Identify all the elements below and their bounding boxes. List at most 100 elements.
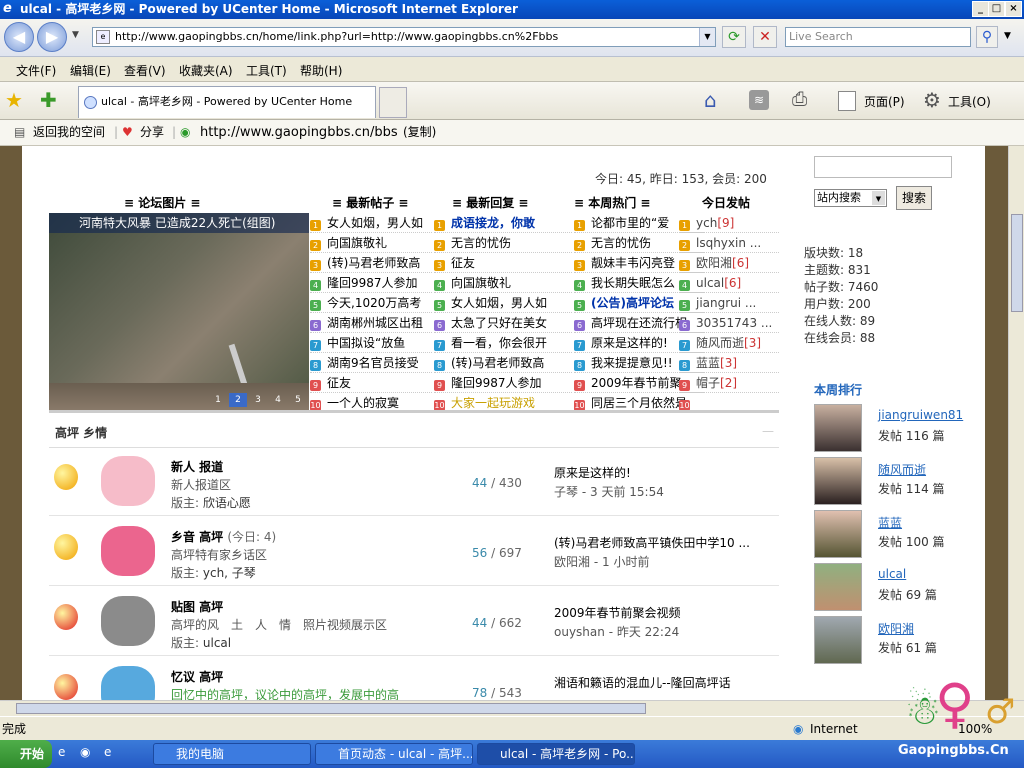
menu-tools[interactable]: 工具(T) xyxy=(246,62,287,79)
slide-page-4[interactable]: 4 xyxy=(269,393,287,407)
avatar[interactable] xyxy=(814,457,862,505)
list-item[interactable]: 7 中国拟设“放鱼 xyxy=(310,333,432,353)
horizontal-scrollbar[interactable] xyxy=(0,700,1024,716)
rank-user-link[interactable]: jiangruiwen81 xyxy=(878,408,963,422)
tools-menu[interactable]: 工具(O) xyxy=(948,93,991,110)
quicklaunch-media-icon[interactable]: ◉ xyxy=(80,745,90,759)
feeds-icon[interactable]: ≋ xyxy=(749,90,769,110)
sidebar-search-input[interactable] xyxy=(814,156,952,178)
list-item[interactable]: 4 隆回9987人参加 xyxy=(310,273,432,293)
slide-page-3[interactable]: 3 xyxy=(249,393,267,407)
list-item[interactable]: 6 30351743 ... xyxy=(679,313,779,333)
last-post-title[interactable]: 湘语和籁语的混血儿--隆回高坪话 xyxy=(554,674,731,691)
avatar[interactable] xyxy=(814,616,862,664)
list-item[interactable]: 1 成语接龙，你敢 xyxy=(434,213,572,233)
list-item[interactable]: 4 ulcal[6] xyxy=(679,273,779,293)
copy-link[interactable]: (复制) xyxy=(403,120,436,145)
maximize-button[interactable]: □ xyxy=(988,1,1005,17)
list-item[interactable]: 2 lsqhyxin ... xyxy=(679,233,779,253)
list-item[interactable]: 4 向国旗敬礼 xyxy=(434,273,572,293)
list-item[interactable]: 2 无言的忧伤 xyxy=(434,233,572,253)
list-item[interactable]: 3 欧阳湘[6] xyxy=(679,253,779,273)
slide-page-5[interactable]: 5 xyxy=(289,393,307,407)
list-item[interactable]: 5 jiangrui ... xyxy=(679,293,779,313)
menu-help[interactable]: 帮助(H) xyxy=(300,62,342,79)
forum-name[interactable]: 贴图 高坪 xyxy=(171,598,223,615)
search-icon[interactable]: ⚲ xyxy=(976,26,998,48)
address-input[interactable]: e http://www.gaopingbbs.cn/home/link.php… xyxy=(92,27,716,47)
minimize-button[interactable]: _ xyxy=(972,1,989,17)
rank-user-link[interactable]: 随风而逝 xyxy=(878,461,926,478)
search-input[interactable]: Live Search xyxy=(785,27,971,47)
taskbar-ie-window[interactable]: ulcal - 高坪老乡网 - Po... xyxy=(477,743,635,765)
search-scope-select[interactable]: 站内搜索 ▼ xyxy=(814,189,887,207)
tab-current[interactable]: ulcal - 高坪老乡网 - Powered by UCenter Home xyxy=(78,86,376,118)
address-dropdown-icon[interactable]: ▼ xyxy=(699,28,715,46)
search-options-icon[interactable]: ▼ xyxy=(1004,31,1011,41)
forum-name[interactable]: 忆议 高坪 xyxy=(171,668,223,685)
gear-icon[interactable]: ⚙ xyxy=(923,88,941,112)
back-to-space-link[interactable]: 返回我的空间 xyxy=(33,120,105,145)
scroll-thumb[interactable] xyxy=(1011,214,1023,312)
back-button[interactable]: ◀ xyxy=(4,22,34,52)
favorites-star-icon[interactable]: ★ xyxy=(5,88,23,112)
forum-name[interactable]: 新人 报道 xyxy=(171,458,223,475)
menu-file[interactable]: 文件(F) xyxy=(16,62,56,79)
list-item[interactable]: 6 湖南郴州城区出租 xyxy=(310,313,432,333)
taskbar-my-computer[interactable]: 我的电脑 xyxy=(153,743,311,765)
list-item[interactable]: 3 征友 xyxy=(434,253,572,273)
list-item[interactable]: 8 湖南9名官员接受 xyxy=(310,353,432,373)
list-item[interactable]: 8 (转)马君老师致高 xyxy=(434,353,572,373)
bbs-link[interactable]: http://www.gaopingbbs.cn/bbs xyxy=(200,120,398,145)
sidebar-search-button[interactable]: 搜索 xyxy=(896,186,932,210)
menu-view[interactable]: 查看(V) xyxy=(124,62,166,79)
rank-user-link[interactable]: 蓝蓝 xyxy=(878,514,902,531)
quicklaunch-ie2-icon[interactable]: e xyxy=(104,745,111,759)
add-favorite-icon[interactable]: ✚ xyxy=(40,88,57,112)
list-item[interactable]: 9 征友 xyxy=(310,373,432,393)
quicklaunch-ie-icon[interactable]: e xyxy=(58,745,65,759)
hscroll-thumb[interactable] xyxy=(16,703,646,714)
share-link[interactable]: 分享 xyxy=(140,120,164,145)
print-icon[interactable]: ⎙ xyxy=(792,88,807,110)
list-item[interactable]: 3 (转)马君老师致高 xyxy=(310,253,432,273)
slideshow-image[interactable]: 河南特大风暴 已造成22人死亡(组图) 1 2 3 4 5 xyxy=(49,213,309,411)
last-post-title[interactable]: 原来是这样的! xyxy=(554,464,631,481)
forum-name[interactable]: 乡音 高坪 (今日: 4) xyxy=(171,528,276,545)
stop-icon[interactable]: ✕ xyxy=(753,26,777,48)
forward-button[interactable]: ▶ xyxy=(37,22,67,52)
rank-user-link[interactable]: ulcal xyxy=(878,567,906,581)
close-button[interactable]: × xyxy=(1005,1,1022,17)
rank-user-link[interactable]: 欧阳湘 xyxy=(878,620,914,637)
page-menu[interactable]: 页面(P) xyxy=(864,93,905,110)
list-item[interactable]: 1 ych[9] xyxy=(679,213,779,233)
start-button[interactable]: 开始 xyxy=(0,740,52,768)
new-tab-button[interactable] xyxy=(379,87,407,118)
history-dropdown-icon[interactable]: ▼ xyxy=(72,30,79,40)
vertical-scrollbar[interactable] xyxy=(1008,146,1024,700)
list-item[interactable]: 5 今天,1020万高考 xyxy=(310,293,432,313)
avatar[interactable] xyxy=(814,404,862,452)
list-item[interactable]: 5 女人如烟，男人如 xyxy=(434,293,572,313)
list-item[interactable]: 7 看一看，你会很开 xyxy=(434,333,572,353)
list-item[interactable]: 2 向国旗敬礼 xyxy=(310,233,432,253)
list-item[interactable]: 1 女人如烟，男人如 xyxy=(310,213,432,233)
page-menu-icon[interactable] xyxy=(838,91,856,111)
avatar[interactable] xyxy=(814,510,862,558)
last-post-title[interactable]: (转)马君老师致高平镇佚田中学10 ... xyxy=(554,534,750,551)
list-item[interactable]: 9 帽子[2] xyxy=(679,373,779,393)
list-item[interactable]: 8 蓝蓝[3] xyxy=(679,353,779,373)
avatar[interactable] xyxy=(814,563,862,611)
slide-page-2[interactable]: 2 xyxy=(229,393,247,407)
menu-favorites[interactable]: 收藏夹(A) xyxy=(179,62,233,79)
collapse-icon[interactable]: — xyxy=(762,424,774,438)
list-item[interactable]: 7 随风而逝[3] xyxy=(679,333,779,353)
list-item[interactable]: 6 太急了只好在美女 xyxy=(434,313,572,333)
refresh-icon[interactable]: ⟳ xyxy=(722,26,746,48)
taskbar-home-feed[interactable]: 首页动态 - ulcal - 高坪... xyxy=(315,743,473,765)
slide-caption[interactable]: 河南特大风暴 已造成22人死亡(组图) xyxy=(49,213,309,233)
slide-page-1[interactable]: 1 xyxy=(209,393,227,407)
last-post-title[interactable]: 2009年春节前聚会视频 xyxy=(554,604,681,621)
menu-edit[interactable]: 编辑(E) xyxy=(70,62,111,79)
home-icon[interactable]: ⌂ xyxy=(704,88,717,112)
